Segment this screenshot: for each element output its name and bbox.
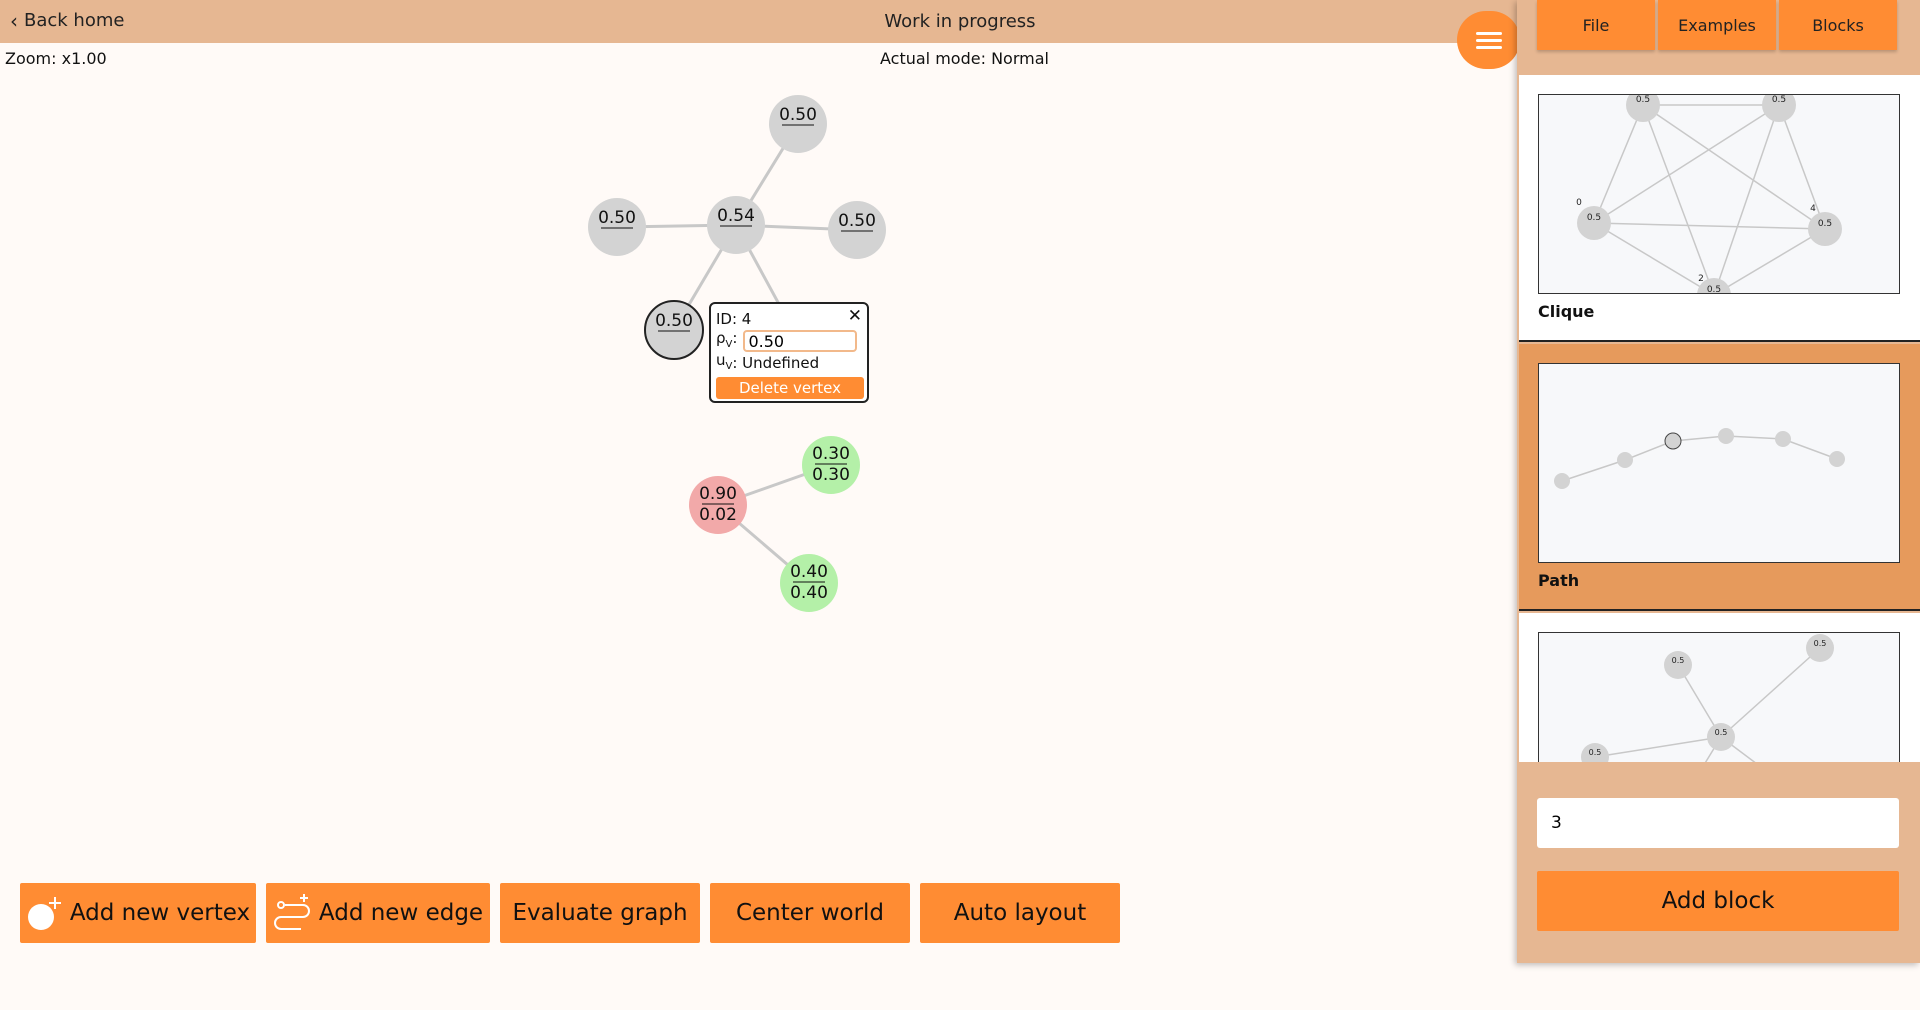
add-edge-icon: [273, 894, 310, 930]
center-world-button[interactable]: Center world: [710, 883, 910, 943]
tab-examples[interactable]: Examples: [1658, 0, 1776, 50]
vertex-info-popup: ✕ ID: 4 ρV: uV : Undefined Delete vertex: [709, 302, 869, 403]
delete-vertex-button[interactable]: Delete vertex: [716, 377, 864, 399]
graph-canvas[interactable]: 0.50 0.50 0.54 0.50 0.50 0.90 0.02 0.30 …: [0, 60, 1200, 620]
block-card-path[interactable]: Path: [1519, 344, 1920, 611]
vertex-value-top: 0.40: [790, 562, 828, 582]
u-label: uV: [716, 350, 733, 372]
block-preview: 0.5 0.5 0.5 0.5 0.5 0 4 2: [1538, 94, 1900, 294]
svg-text:0.5: 0.5: [1715, 728, 1728, 737]
svg-text:4: 4: [1810, 204, 1816, 214]
block-preview: [1538, 363, 1900, 563]
u-row: uV : Undefined: [716, 351, 862, 374]
add-edge-button[interactable]: Add new edge: [266, 883, 490, 943]
vertex[interactable]: 0.40 0.40: [780, 554, 838, 612]
vertex[interactable]: 0.54: [707, 196, 765, 254]
vertex[interactable]: 0.50: [769, 95, 827, 153]
add-vertex-label: Add new vertex: [69, 900, 251, 926]
svg-text:0.5: 0.5: [1818, 219, 1832, 229]
auto-layout-button[interactable]: Auto layout: [920, 883, 1120, 943]
rho-input[interactable]: [743, 330, 858, 352]
vertex-value-bottom: 0.40: [790, 583, 828, 603]
svg-text:0.5: 0.5: [1589, 748, 1602, 757]
vertex-value: 0.50: [598, 208, 636, 228]
path-preview-graph: [1554, 428, 1845, 489]
hamburger-icon: [1475, 28, 1502, 53]
svg-text:2: 2: [1698, 274, 1704, 284]
block-card-clique[interactable]: 0.5 0.5 0.5 0.5 0.5 0 4 2 Clique: [1519, 75, 1920, 342]
top-bar: [0, 0, 1517, 43]
back-home-link[interactable]: ‹ Back home: [10, 10, 124, 31]
back-home-label: Back home: [24, 10, 125, 31]
block-name: Clique: [1538, 302, 1595, 321]
vertex-value-top: 0.30: [812, 444, 850, 464]
block-preview: 0.5 0.5 0.5 0.5: [1538, 632, 1900, 762]
vertex[interactable]: 0.90 0.02: [689, 476, 747, 534]
close-icon[interactable]: ✕: [848, 306, 862, 326]
vertex-value: 0.50: [655, 311, 693, 331]
vertex-value: 0.50: [838, 211, 876, 231]
svg-text:0.5: 0.5: [1636, 95, 1650, 105]
menu-button[interactable]: [1457, 11, 1520, 69]
block-list: 0.5 0.5 0.5 0.5 0.5 0 4 2 Clique Path 0.…: [1519, 75, 1920, 762]
add-vertex-icon: [27, 897, 61, 930]
vertex[interactable]: 0.30 0.30: [802, 436, 860, 494]
vertex-selected[interactable]: 0.50: [644, 300, 704, 360]
add-edge-label: Add new edge: [318, 900, 484, 926]
svg-text:0.5: 0.5: [1707, 285, 1721, 294]
evaluate-graph-button[interactable]: Evaluate graph: [500, 883, 700, 943]
clique-preview-graph: 0.5 0.5 0.5 0.5 0.5 0 4 2: [1576, 95, 1842, 294]
svg-text:0.5: 0.5: [1587, 213, 1601, 223]
u-value: : Undefined: [732, 354, 820, 372]
vertex-value-top: 0.90: [699, 484, 737, 504]
add-block-button[interactable]: Add block: [1537, 871, 1899, 931]
vertex[interactable]: 0.50: [828, 201, 886, 259]
tab-file[interactable]: File: [1537, 0, 1655, 50]
add-vertex-button[interactable]: Add new vertex: [20, 883, 256, 943]
vertex-value: 0.54: [717, 206, 755, 226]
vertex-value-bottom: 0.30: [812, 465, 850, 485]
chevron-left-icon: ‹: [10, 8, 18, 33]
rho-row: ρV:: [716, 329, 862, 352]
vertex-value-bottom: 0.02: [699, 505, 737, 525]
tab-blocks[interactable]: Blocks: [1779, 0, 1897, 50]
block-count-input[interactable]: [1537, 798, 1899, 848]
vertex-id-row: ID: 4: [716, 308, 862, 330]
block-name: Path: [1538, 571, 1580, 590]
svg-text:0.5: 0.5: [1814, 639, 1827, 648]
vertex[interactable]: 0.50: [588, 198, 646, 256]
svg-text:0.5: 0.5: [1772, 95, 1786, 105]
svg-text:0.5: 0.5: [1672, 656, 1685, 665]
svg-text:0: 0: [1576, 198, 1582, 208]
star-preview-graph: 0.5 0.5 0.5 0.5: [1581, 634, 1834, 762]
block-card-star[interactable]: 0.5 0.5 0.5 0.5: [1519, 613, 1920, 762]
vertex-value: 0.50: [779, 105, 817, 125]
